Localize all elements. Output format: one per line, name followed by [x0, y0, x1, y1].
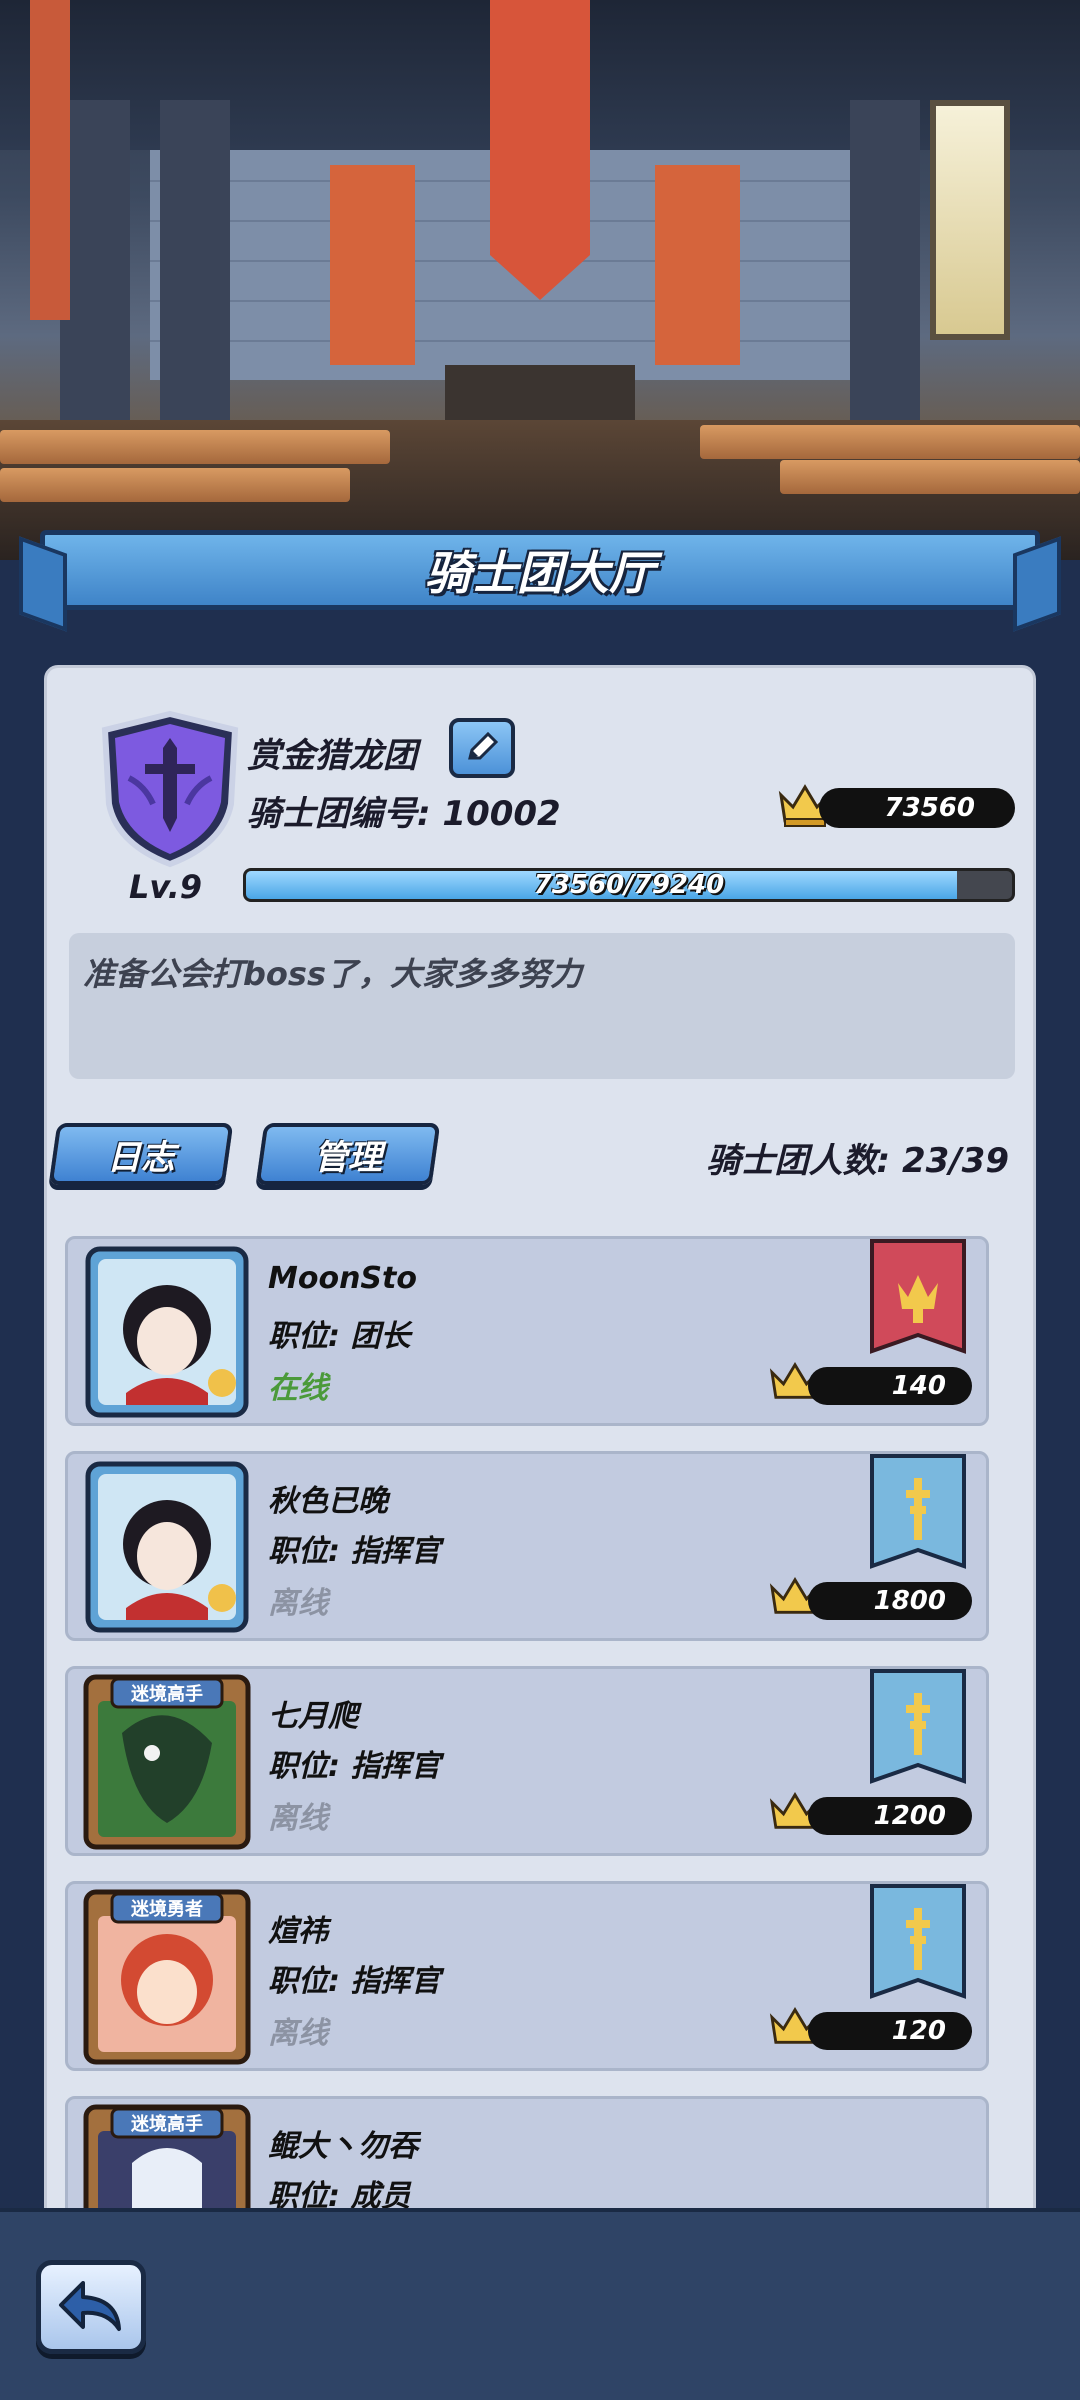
- member-name: 秋色已晚: [268, 1484, 388, 1519]
- member-score: 120: [808, 2012, 972, 2050]
- avatar: [85, 1246, 249, 1418]
- manage-button[interactable]: 管理: [255, 1123, 441, 1185]
- avatar-frame-label: 迷境勇者: [130, 1898, 203, 1920]
- exp-progress-bar: 73560/79240: [243, 868, 1015, 902]
- edit-name-button[interactable]: [449, 718, 515, 778]
- bottom-bar: [0, 2208, 1080, 2400]
- avatar-frame-label: 迷境高手: [130, 1683, 203, 1705]
- member-role: 职位: 指挥官: [268, 1749, 441, 1784]
- member-card[interactable]: 迷境高手 七月爬 职位: 指挥官 离线 1200: [65, 1666, 989, 1856]
- title-banner: 骑士团大厅: [40, 530, 1040, 610]
- avatar: 迷境高手: [83, 1674, 251, 1850]
- hall-background: [0, 0, 1080, 560]
- sword-shield-icon: [101, 710, 239, 868]
- member-role: 职位: 指挥官: [268, 1964, 441, 1999]
- guild-notice[interactable]: 准备公会打boss了，大家多多努力: [69, 933, 1015, 1079]
- guild-name: 赏金猎龙团: [247, 736, 417, 776]
- commander-flag-icon: [870, 1669, 966, 1784]
- avatar-frame-label: 迷境高手: [130, 2113, 203, 2135]
- leader-flag-icon: [870, 1239, 966, 1354]
- guild-panel: 赏金猎龙团 骑士团编号: 10002 73560 Lv.9 73560/7924…: [44, 665, 1036, 2400]
- member-score: 140: [808, 1367, 972, 1405]
- commander-flag-icon: [870, 1454, 966, 1569]
- commander-flag-icon: [870, 1884, 966, 1999]
- avatar: [85, 1461, 249, 1633]
- page-title: 骑士团大厅: [425, 547, 655, 599]
- member-name: 鲲大丶勿吞: [268, 2129, 418, 2164]
- member-score: 1800: [808, 1582, 972, 1620]
- log-button[interactable]: 日志: [48, 1123, 234, 1185]
- member-name: 七月爬: [268, 1699, 358, 1734]
- guild-id: 骑士团编号: 10002: [247, 794, 561, 834]
- member-card[interactable]: MoonSto 职位: 团长 在线 140: [65, 1236, 989, 1426]
- log-button-label: 日志: [107, 1137, 175, 1178]
- member-status: 离线: [268, 1586, 328, 1621]
- member-role: 职位: 指挥官: [268, 1534, 441, 1569]
- pencil-icon: [468, 731, 499, 760]
- member-status: 在线: [268, 1371, 328, 1406]
- member-status: 离线: [268, 1801, 328, 1836]
- member-list[interactable]: MoonSto 职位: 团长 在线 140 秋色已晚 职位: 指挥官 离线 18…: [65, 1236, 989, 2236]
- member-name: 煊祎: [268, 1914, 328, 1949]
- guild-level: Lv.9: [129, 868, 203, 906]
- member-status: 离线: [268, 2016, 328, 2051]
- guild-score: 73560: [819, 788, 1015, 828]
- member-score: 1200: [808, 1797, 972, 1835]
- member-card[interactable]: 秋色已晚 职位: 指挥官 离线 1800: [65, 1451, 989, 1641]
- member-count: 骑士团人数: 23/39: [706, 1141, 1009, 1181]
- exp-progress-text: 73560/79240: [533, 870, 725, 900]
- avatar: 迷境勇者: [83, 1889, 251, 2065]
- back-arrow-icon: [59, 2281, 121, 2331]
- member-card[interactable]: 迷境勇者 煊祎 职位: 指挥官 离线 120: [65, 1881, 989, 2071]
- back-button[interactable]: [36, 2260, 146, 2354]
- member-role: 职位: 团长: [268, 1319, 411, 1354]
- member-name: MoonSto: [268, 1261, 417, 1296]
- guild-score-value: 73560: [884, 793, 975, 823]
- manage-button-label: 管理: [314, 1137, 382, 1178]
